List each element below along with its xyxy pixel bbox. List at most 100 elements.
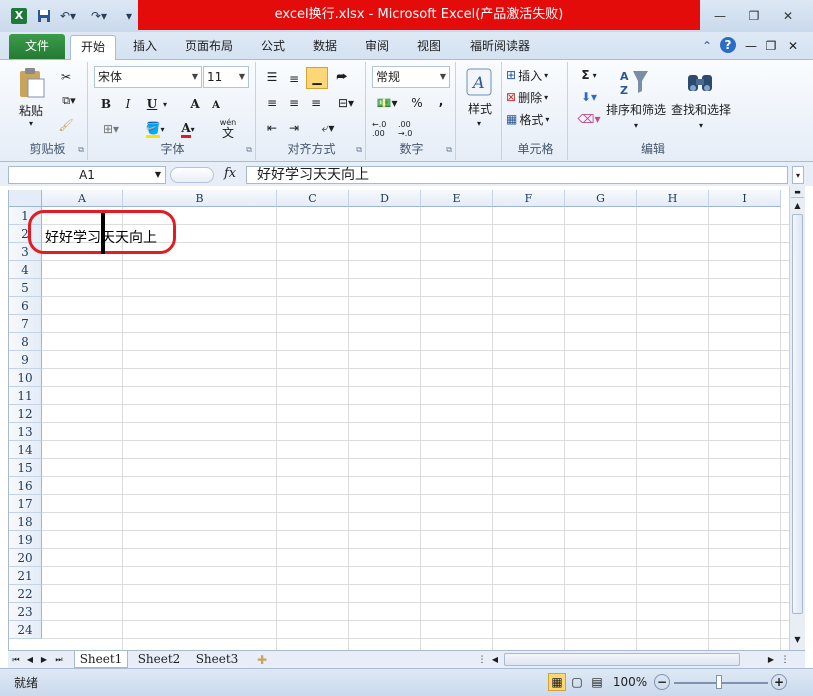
styles-button[interactable]: 样式: [460, 100, 500, 116]
redo-icon[interactable]: ↷▾: [88, 7, 110, 25]
row-header-20[interactable]: 20: [9, 549, 42, 567]
help-icon[interactable]: ?: [720, 37, 736, 53]
scroll-right-icon[interactable]: ▶: [764, 651, 778, 668]
middle-align-icon[interactable]: ≡: [284, 69, 304, 89]
row-header-7[interactable]: 7: [9, 315, 42, 333]
tab-home[interactable]: 开始: [70, 35, 116, 61]
vertical-scrollbar[interactable]: ▬ ▲ ▼: [789, 186, 805, 650]
clear-icon[interactable]: ⌫▾: [576, 110, 602, 128]
increase-decimal-button[interactable]: ←.0 .00: [372, 119, 396, 139]
formula-input[interactable]: 好好学习天天向上: [246, 166, 788, 184]
zoom-slider-thumb[interactable]: [716, 675, 722, 689]
find-select-icon[interactable]: [684, 66, 716, 98]
italic-button[interactable]: I: [120, 95, 136, 113]
alignment-launcher-icon[interactable]: ⧉: [356, 145, 362, 155]
font-size-combo[interactable]: 11 ▼: [203, 66, 249, 88]
top-align-icon[interactable]: ☰: [262, 67, 282, 87]
sort-filter-dropdown-icon[interactable]: ▾: [631, 120, 641, 130]
borders-icon[interactable]: ⊞▾: [98, 120, 124, 138]
shrink-font-button[interactable]: A: [208, 97, 224, 113]
normal-view-icon[interactable]: ▦: [548, 673, 566, 691]
restore-icon[interactable]: ❐: [741, 6, 767, 26]
vertical-scroll-thumb[interactable]: [792, 214, 803, 614]
paste-icon[interactable]: [14, 66, 50, 100]
column-header-e[interactable]: E: [421, 190, 493, 207]
tab-insert[interactable]: 插入: [124, 35, 166, 60]
scroll-up-icon[interactable]: ▲: [791, 198, 804, 212]
tab-split-handle-icon[interactable]: ⋮: [478, 651, 487, 668]
phonetic-guide-button[interactable]: wén 文: [214, 117, 242, 139]
decrease-decimal-button[interactable]: .00 →.0: [398, 119, 422, 139]
column-header-h[interactable]: H: [637, 190, 709, 207]
tab-page-layout[interactable]: 页面布局: [176, 35, 242, 60]
zoom-level[interactable]: 100%: [610, 673, 650, 691]
worksheet-grid[interactable]: ABCDEFGHI 1 2 3 4 5 6 7 8 9 10 11 12 13 14 15 16 17 18 19 2…: [8, 190, 789, 650]
undo-icon[interactable]: ↶▾: [57, 7, 79, 25]
column-header-f[interactable]: F: [493, 190, 565, 207]
sort-filter-button[interactable]: 排序和筛选: [606, 101, 666, 117]
scroll-down-icon[interactable]: ▼: [791, 632, 804, 646]
currency-icon[interactable]: 💵▾: [372, 93, 402, 113]
sheet-tab-2[interactable]: Sheet2: [132, 651, 186, 668]
comma-button[interactable]: ,: [432, 91, 450, 111]
tab-foxit-reader[interactable]: 福昕阅读器: [460, 35, 540, 60]
font-color-button[interactable]: A ▾: [174, 120, 202, 138]
save-icon[interactable]: [35, 7, 53, 25]
sheet-tab-1[interactable]: Sheet1: [74, 651, 128, 668]
sheet-tab-3[interactable]: Sheet3: [190, 651, 244, 668]
split-handle-icon[interactable]: ▬: [791, 186, 804, 198]
tab-view[interactable]: 视图: [408, 35, 450, 60]
next-sheet-icon[interactable]: ▶: [38, 651, 50, 668]
last-sheet-icon[interactable]: ⏭: [52, 651, 66, 668]
copy-icon[interactable]: ⧉▾: [56, 92, 82, 110]
customize-qat-icon[interactable]: ▾: [122, 7, 136, 25]
row-header-23[interactable]: 23: [9, 603, 42, 621]
format-painter-icon[interactable]: 🖌: [56, 116, 76, 134]
align-left-icon[interactable]: ≡: [262, 93, 282, 113]
row-header-14[interactable]: 14: [9, 441, 42, 459]
orientation-icon[interactable]: ⮫: [332, 67, 352, 87]
row-header-17[interactable]: 17: [9, 495, 42, 513]
formula-bar-divider[interactable]: [170, 167, 214, 183]
row-header-6[interactable]: 6: [9, 297, 42, 315]
underline-dropdown-icon[interactable]: ▾: [160, 95, 170, 113]
row-header-4[interactable]: 4: [9, 261, 42, 279]
zoom-out-icon[interactable]: −: [654, 674, 670, 690]
row-header-18[interactable]: 18: [9, 513, 42, 531]
select-all-corner[interactable]: [9, 190, 42, 207]
insert-cells-button[interactable]: ⊞ 插入 ▾: [506, 66, 566, 84]
fill-icon[interactable]: ⬇▾: [576, 88, 602, 106]
row-header-8[interactable]: 8: [9, 333, 42, 351]
paste-dropdown-icon[interactable]: ▾: [26, 118, 36, 128]
bottom-align-icon[interactable]: ▁: [306, 67, 328, 89]
column-header-i[interactable]: I: [709, 190, 781, 207]
tab-file[interactable]: 文件: [9, 34, 65, 59]
row-header-16[interactable]: 16: [9, 477, 42, 495]
row-header-15[interactable]: 15: [9, 459, 42, 477]
number-launcher-icon[interactable]: ⧉: [446, 145, 452, 155]
styles-dropdown-icon[interactable]: ▾: [474, 118, 484, 128]
fill-color-icon[interactable]: 🪣 ▾: [140, 120, 170, 138]
column-header-c[interactable]: C: [277, 190, 349, 207]
tab-review[interactable]: 审阅: [356, 35, 398, 60]
page-layout-view-icon[interactable]: ▢: [568, 673, 586, 691]
tab-formulas[interactable]: 公式: [252, 35, 294, 60]
hsplit-handle-icon[interactable]: ⋮: [780, 651, 790, 668]
page-break-view-icon[interactable]: ▤: [588, 673, 606, 691]
align-center-icon[interactable]: ≡: [284, 93, 304, 113]
expand-formula-bar-icon[interactable]: ▾: [792, 166, 804, 184]
row-header-10[interactable]: 10: [9, 369, 42, 387]
row-header-22[interactable]: 22: [9, 585, 42, 603]
find-select-button[interactable]: 查找和选择: [670, 101, 732, 117]
column-header-b[interactable]: B: [123, 190, 277, 207]
first-sheet-icon[interactable]: ⏮: [10, 651, 22, 668]
font-launcher-icon[interactable]: ⧉: [246, 145, 252, 155]
find-select-dropdown-icon[interactable]: ▾: [696, 120, 706, 130]
increase-indent-icon[interactable]: ⇥: [284, 118, 304, 138]
align-right-icon[interactable]: ≡: [306, 93, 326, 113]
close-icon[interactable]: ✕: [775, 6, 801, 26]
workbook-minimize-icon[interactable]: —: [744, 37, 758, 55]
prev-sheet-icon[interactable]: ◀: [24, 651, 36, 668]
tab-data[interactable]: 数据: [304, 35, 346, 60]
excel-logo-icon[interactable]: X: [11, 8, 27, 24]
